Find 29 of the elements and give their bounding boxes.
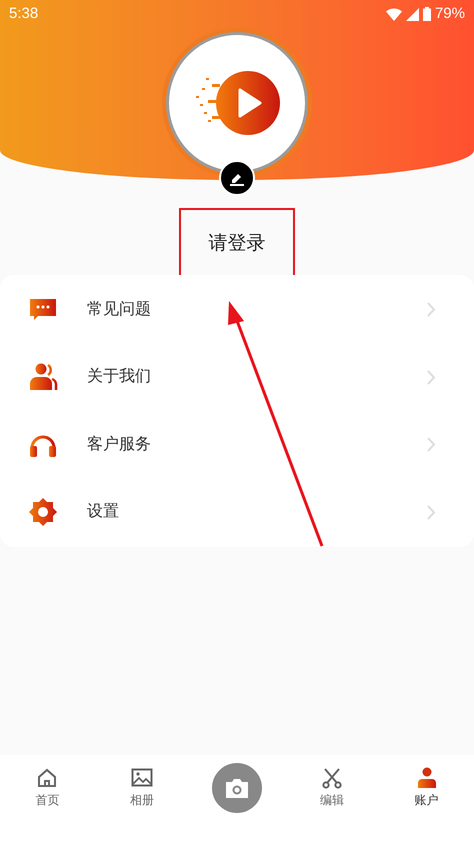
login-prompt[interactable]: 请登录	[208, 230, 266, 258]
people-icon	[28, 362, 58, 392]
chevron-right-icon	[427, 370, 436, 385]
menu-item[interactable]: 关于我们	[0, 344, 474, 411]
battery-percent: 79%	[434, 4, 465, 24]
chevron-right-icon	[427, 302, 436, 318]
scissors-icon	[320, 767, 343, 789]
nav-tab[interactable]: 编辑	[284, 767, 380, 809]
image-icon	[131, 767, 154, 789]
edit-avatar-button[interactable]	[219, 160, 255, 196]
menu-label: 关于我们	[87, 366, 152, 388]
status-time: 5:38	[9, 4, 38, 24]
gear-icon	[28, 497, 58, 528]
menu-label: 常见问题	[87, 300, 152, 320]
nav-tab[interactable]: 账户	[379, 767, 474, 809]
nav-tab[interactable]: 首页	[0, 767, 95, 809]
camera-icon	[224, 777, 250, 799]
chevron-right-icon	[427, 504, 436, 520]
menu-item[interactable]: 常见问题	[0, 276, 474, 344]
chevron-right-icon	[427, 437, 436, 452]
menu-label: 客户服务	[87, 434, 152, 455]
menu-item[interactable]: 客户服务	[0, 411, 474, 478]
person-icon	[416, 767, 438, 789]
menu-label: 设置	[87, 502, 120, 522]
wifi-icon	[386, 8, 402, 20]
home-icon	[36, 767, 58, 789]
signal-icon	[406, 8, 419, 20]
nav-tab[interactable]: 相册	[94, 767, 190, 809]
menu-item[interactable]: 设置	[0, 478, 474, 546]
